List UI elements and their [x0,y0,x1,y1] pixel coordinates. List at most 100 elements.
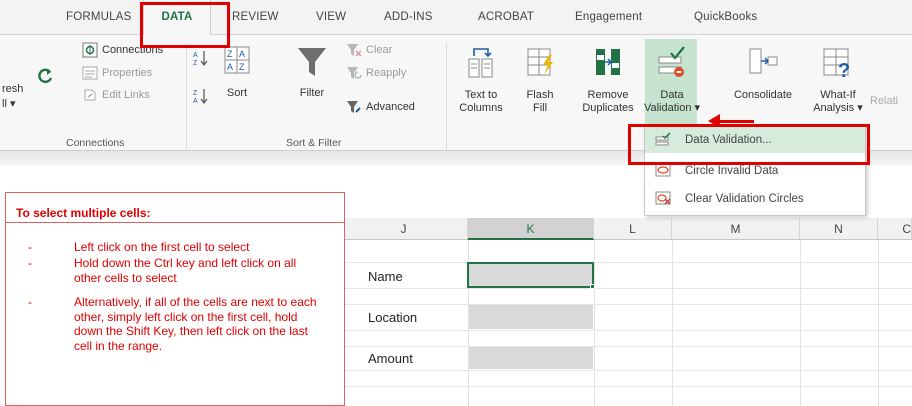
sort-label: Sort [226,87,248,99]
cell-location-input[interactable] [469,305,593,329]
data-validation-icon [658,46,685,77]
advanced-label: Advanced [366,101,415,113]
worksheet-grid: J K L M N C Name Location Amount [340,218,912,406]
advanced-filter-button[interactable]: Advanced [346,99,415,115]
advanced-filter-icon [347,101,361,113]
column-header-m[interactable]: M [672,218,800,240]
flash-fill-label-2: Fill [532,102,548,114]
svg-text:Z: Z [193,90,198,97]
tab-add-ins[interactable]: ADD-INS [384,11,433,23]
gridline [340,370,912,371]
refresh-all-icon[interactable] [36,67,54,85]
active-cell-name-input[interactable] [467,262,594,288]
text-to-columns-label-1: Text to [464,89,498,101]
sort-ascending-icon[interactable]: AZ [192,49,208,67]
svg-text:A: A [239,49,245,59]
text-to-columns-icon [468,48,493,78]
flash-fill-label-1: Flash [526,89,554,101]
svg-text:A: A [193,52,198,59]
column-header-k[interactable]: K [468,218,594,240]
filter-funnel-icon [298,48,326,76]
reapply-button[interactable]: Reapply [346,65,406,81]
consolidate-icon [749,48,778,74]
cell-amount-input[interactable] [469,347,593,369]
menu-item-label: Clear Validation Circles [685,193,804,205]
svg-text:Z: Z [239,62,245,72]
sort-descending-icon[interactable]: ZA [192,87,208,105]
note-bullet: - [28,240,32,254]
note-step-text: Hold down the Ctrl key and left click on… [74,256,297,285]
cell-label-amount[interactable]: Amount [368,351,413,366]
gridline [878,240,879,406]
edit-links-icon [84,89,96,101]
edit-links-button[interactable]: Edit Links [82,87,150,103]
cell-label-name[interactable]: Name [368,269,403,284]
data-validation-label-2: Validation ▾ [643,102,701,114]
data-validation-label-1: Data [660,89,684,101]
flash-fill-icon [527,48,553,76]
refresh-all-label[interactable]: resh [2,83,23,95]
text-to-columns-button[interactable]: Text to Columns [454,45,508,115]
cell-label-location[interactable]: Location [368,310,417,325]
clear-label: Clear [366,44,393,56]
clear-validation-circles-icon [655,191,671,205]
gridline [340,262,912,263]
properties-button[interactable]: Properties [82,65,152,81]
filter-button[interactable]: Filter [290,45,334,100]
relationships-button[interactable]: Relati [870,95,912,108]
remove-duplicates-label-1: Remove [587,89,629,101]
group-separator [186,43,187,151]
sort-filter-group-label: Sort & Filter [286,137,342,149]
column-header-n[interactable]: N [800,218,878,240]
properties-icon [82,66,98,80]
ribbon-tab-strip: FORMULAS DATA REVIEW VIEW ADD-INS ACROBA… [0,0,912,35]
refresh-all-dropdown[interactable]: ll ▾ [2,97,15,110]
filter-label: Filter [299,87,325,99]
menu-item-clear-validation-circles[interactable]: Clear Validation Circles [645,186,865,212]
reapply-label: Reapply [366,67,407,79]
tab-acrobat[interactable]: ACROBAT [478,11,534,23]
tab-view[interactable]: VIEW [316,11,346,23]
relationships-label: Relati [870,95,899,107]
data-validation-button[interactable]: Data Validation ▾ [643,45,701,115]
column-header-l[interactable]: L [594,218,672,240]
gridline [672,240,673,406]
sort-button[interactable]: ZAAZ Sort [216,45,258,100]
connections-icon [82,42,98,58]
connections-group-label: Connections [66,137,125,149]
clear-filter-icon [347,44,362,57]
what-if-analysis-icon: ? [823,48,850,82]
remove-duplicates-label-2: Duplicates [582,102,634,114]
remove-duplicates-button[interactable]: Remove Duplicates [572,45,644,115]
properties-label: Properties [102,67,153,79]
svg-text:Z: Z [227,49,233,59]
consolidate-button[interactable]: Consolidate [722,45,804,102]
tab-review[interactable]: REVIEW [232,11,279,23]
gridline [340,288,912,289]
instruction-note: To select multiple cells: - Left click o… [5,192,345,406]
tab-quickbooks[interactable]: QuickBooks [694,11,757,23]
gridline [340,304,912,305]
menu-item-label: Circle Invalid Data [685,165,779,177]
group-separator [446,43,447,151]
gridline [340,330,912,331]
what-if-analysis-button[interactable]: ? What-If Analysis ▾ [810,45,866,115]
remove-duplicates-icon [596,49,620,75]
gridline [340,346,912,347]
column-header-o[interactable]: C [878,218,912,240]
svg-text:?: ? [838,60,850,79]
tab-formulas[interactable]: FORMULAS [66,11,132,23]
svg-text:A: A [193,98,198,105]
text-to-columns-label-2: Columns [459,102,503,114]
clear-filter-button[interactable]: Clear [346,42,392,58]
gridline [800,240,801,406]
flash-fill-button[interactable]: Flash Fill [520,45,560,115]
note-bullet: - [28,256,32,270]
column-header-j[interactable]: J [340,218,468,240]
note-step-text: Alternatively, if all of the cells are n… [74,295,317,353]
consolidate-label: Consolidate [733,89,793,101]
tab-engagement[interactable]: Engagement [575,11,642,23]
fill-handle[interactable] [590,284,595,289]
data-validation-menu-highlight-box [628,124,870,165]
gridline [594,240,595,406]
